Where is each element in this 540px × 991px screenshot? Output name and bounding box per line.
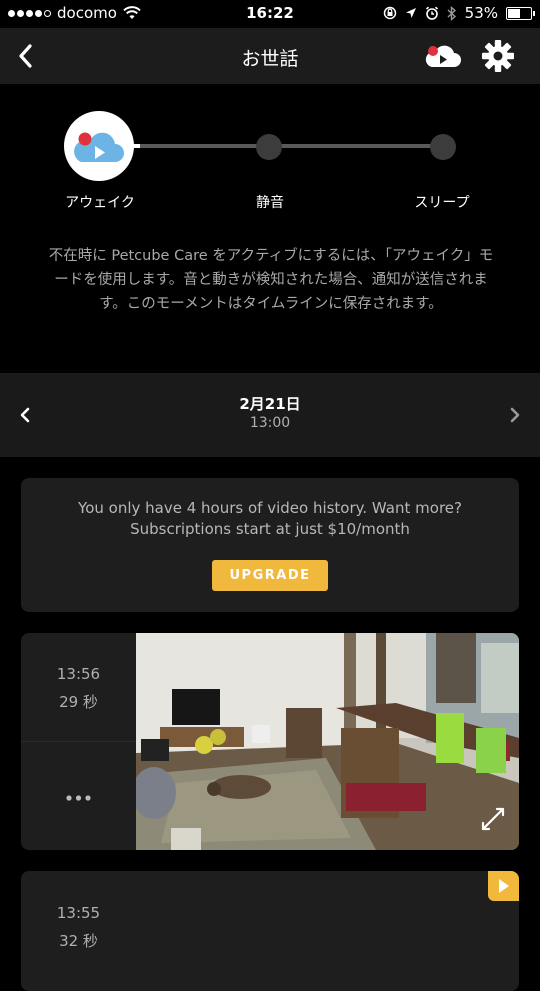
event-time: 13:56 <box>56 665 101 683</box>
mode-node-sleep[interactable] <box>430 134 456 160</box>
promo-text: You only have 4 hours of video history. … <box>31 498 509 540</box>
cloud-play-icon[interactable] <box>424 40 462 72</box>
cloud-play-icon <box>74 132 124 162</box>
mode-selector: アウェイク 静音 スリープ 不在時に Petcube Care をアクティブにす… <box>0 84 540 374</box>
event-time: 13:55 <box>56 904 101 922</box>
event-card[interactable]: 13:56 29 秒 <box>21 633 519 850</box>
more-options-icon[interactable] <box>51 783 106 813</box>
promo-line-1: You only have 4 hours of video history. … <box>78 499 462 517</box>
date-navigator: 2月21日 13:00 <box>0 373 540 457</box>
battery-percent: 53% <box>464 4 498 22</box>
upgrade-promo-card: You only have 4 hours of video history. … <box>21 478 519 612</box>
chevron-right-icon[interactable] <box>506 403 524 427</box>
mode-node-silent[interactable] <box>256 134 282 160</box>
upgrade-button[interactable]: UPGRADE <box>212 560 328 591</box>
mode-description: 不在時に Petcube Care をアクティブにするには、「アウェイク」モード… <box>48 248 494 312</box>
alarm-icon <box>425 6 438 20</box>
mode-node-awake[interactable] <box>64 111 134 181</box>
mode-label-sleep[interactable]: スリープ <box>382 192 502 212</box>
play-badge[interactable] <box>488 871 519 901</box>
location-arrow-icon <box>405 8 416 18</box>
status-right: 53% <box>383 4 535 22</box>
nav-header: お世話 <box>0 28 540 84</box>
event-duration: 32 秒 <box>59 932 98 950</box>
event-card[interactable]: 13:55 32 秒 <box>21 871 519 991</box>
bluetooth-icon <box>447 5 456 21</box>
promo-line-2: Subscriptions start at just $10/month <box>130 520 410 538</box>
gear-icon[interactable] <box>480 38 516 74</box>
battery-icon <box>506 6 535 20</box>
event-duration: 29 秒 <box>59 693 98 711</box>
current-hour: 13:00 <box>249 415 291 431</box>
video-thumbnail[interactable] <box>136 633 519 850</box>
mode-label-awake[interactable]: アウェイク <box>40 192 160 212</box>
mode-label-silent[interactable]: 静音 <box>210 192 330 212</box>
play-icon <box>499 879 509 893</box>
current-date: 2月21日 <box>239 395 301 413</box>
divider <box>21 741 136 742</box>
rotation-lock-icon <box>383 6 396 20</box>
status-bar: docomo 16:22 53% <box>0 0 540 28</box>
